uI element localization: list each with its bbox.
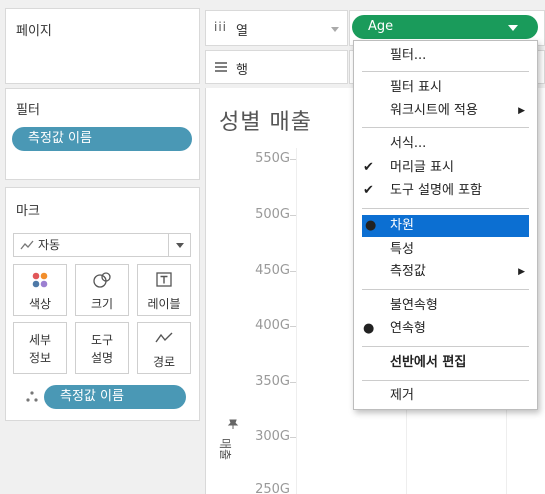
columns-pill-age-label: Age: [368, 19, 394, 34]
menu-separator: [362, 289, 529, 290]
menu-separator: [362, 380, 529, 381]
y-tick: 500G: [255, 207, 290, 222]
left-empty-area: [0, 424, 205, 494]
color-icon: [14, 271, 66, 289]
menu-separator: [362, 346, 529, 347]
pill-context-menu: 필터... 필터 표시 워크시트에 적용 ▶ 서식... ✔ 머리글 표시 ✔ …: [353, 40, 538, 410]
columns-shelf-label-box: iii 열: [205, 10, 348, 46]
grid-vertical-line: [296, 148, 297, 494]
menu-item-edit-in-shelf[interactable]: 선반에서 편집: [354, 352, 537, 374]
mark-type-value: 자동: [38, 238, 61, 252]
chevron-down-icon: [176, 243, 184, 248]
filters-title: 필터: [16, 103, 40, 118]
menu-separator: [362, 208, 529, 209]
menu-item-measure[interactable]: 측정값 ▶: [354, 261, 537, 283]
submenu-arrow-icon: ▶: [518, 267, 525, 277]
continuous-label: 연속형: [390, 321, 426, 336]
y-tick: 450G: [255, 263, 290, 278]
menu-item-continuous[interactable]: ● 연속형: [354, 318, 537, 340]
size-icon: [76, 271, 128, 289]
columns-caret-icon: [331, 27, 339, 32]
detail-label-line1: 세부: [28, 333, 52, 347]
bullet-icon: ●: [365, 218, 377, 233]
label-button[interactable]: 레이블: [137, 264, 191, 316]
y-tick: 550G: [255, 151, 290, 166]
line-chart-icon: [20, 234, 34, 264]
pin-icon: [227, 418, 239, 434]
menu-item-attribute[interactable]: 특성: [354, 239, 537, 261]
tooltip-button[interactable]: 도구 설명: [75, 322, 129, 374]
label-label: 레이블: [147, 297, 181, 311]
apply-to-worksheets-label: 워크시트에 적용: [390, 103, 478, 118]
menu-item-filter[interactable]: 필터...: [354, 45, 537, 67]
show-header-label: 머리글 표시: [390, 160, 454, 175]
y-tick-mark: [290, 326, 296, 327]
tooltip-label-line2: 설명: [90, 351, 114, 365]
y-tick: 350G: [255, 374, 290, 389]
rows-icon: [214, 60, 228, 78]
menu-item-dimension[interactable]: ● 차원: [362, 215, 529, 237]
columns-icon: iii: [214, 20, 228, 34]
detail-dots-icon: [24, 389, 40, 409]
tooltip-label: 도구 설명: [76, 331, 128, 367]
detail-button[interactable]: 세부 정보: [13, 322, 67, 374]
y-axis-label: 매출: [218, 438, 232, 461]
menu-item-apply-to-worksheets[interactable]: 워크시트에 적용 ▶: [354, 100, 537, 122]
dimension-label: 차원: [390, 218, 414, 233]
menu-separator: [362, 71, 529, 72]
checkmark-icon: ✔: [363, 160, 374, 175]
menu-item-discrete[interactable]: 불연속형: [354, 295, 537, 317]
detail-label: 세부 정보: [14, 331, 66, 367]
path-button[interactable]: 경로: [137, 322, 191, 374]
menu-separator: [362, 127, 529, 128]
menu-item-include-in-tooltip[interactable]: ✔ 도구 설명에 포함: [354, 180, 537, 202]
filter-pill-measure-names[interactable]: 측정값 이름: [12, 127, 192, 151]
color-label: 색상: [28, 297, 52, 311]
menu-item-format[interactable]: 서식...: [354, 133, 537, 155]
menu-item-show-filter[interactable]: 필터 표시: [354, 77, 537, 99]
measure-label: 측정값: [390, 264, 426, 279]
columns-pill-age[interactable]: Age: [352, 15, 538, 39]
y-tick: 400G: [255, 318, 290, 333]
mark-type-caret[interactable]: [168, 234, 190, 256]
menu-item-show-header[interactable]: ✔ 머리글 표시: [354, 157, 537, 179]
size-button[interactable]: 크기: [75, 264, 129, 316]
y-tick-mark: [290, 215, 296, 216]
submenu-arrow-icon: ▶: [518, 106, 525, 116]
path-label: 경로: [152, 355, 176, 369]
include-in-tooltip-label: 도구 설명에 포함: [390, 183, 482, 198]
columns-shelf-label: 열: [236, 24, 248, 39]
marks-title: 마크: [16, 204, 40, 219]
mark-type-dropdown[interactable]: 자동: [13, 233, 191, 257]
bullet-icon: ●: [363, 321, 375, 336]
rows-shelf-label-box: 행: [205, 50, 348, 84]
pages-title: 페이지: [16, 24, 52, 39]
size-label: 크기: [90, 297, 114, 311]
y-tick-mark: [290, 271, 296, 272]
menu-item-remove[interactable]: 제거: [354, 385, 537, 407]
rows-shelf-label: 행: [236, 63, 248, 78]
checkmark-icon: ✔: [363, 183, 374, 198]
path-icon: [138, 329, 190, 347]
pages-panel[interactable]: 페이지: [5, 8, 200, 84]
color-button[interactable]: 색상: [13, 264, 67, 316]
chevron-down-icon[interactable]: [508, 25, 518, 31]
y-tick-mark: [290, 159, 296, 160]
tooltip-label-line1: 도구: [90, 333, 114, 347]
y-tick-mark: [290, 437, 296, 438]
label-text-icon: [138, 271, 190, 289]
y-tick-mark: [290, 382, 296, 383]
filters-panel[interactable]: 필터 측정값 이름: [5, 88, 200, 180]
view-title: 성별 매출: [219, 110, 312, 135]
detail-label-line2: 정보: [28, 351, 52, 365]
marks-pill-measure-names[interactable]: 측정값 이름: [44, 385, 186, 409]
y-tick: 250G: [255, 482, 290, 494]
